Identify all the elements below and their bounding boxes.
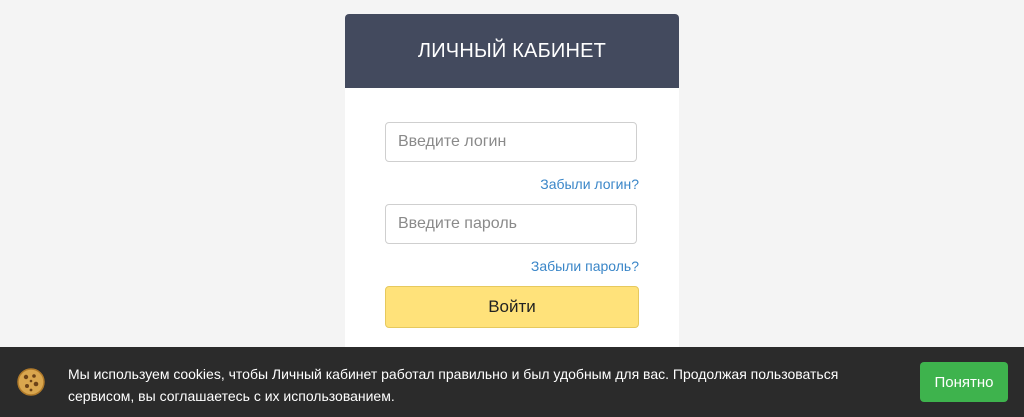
cookie-icon: [16, 367, 46, 397]
login-button[interactable]: Войти: [385, 286, 639, 328]
login-card: ЛИЧНЫЙ КАБИНЕТ Забыли логин? Забыли паро…: [345, 14, 679, 354]
forgot-login-link[interactable]: Забыли логин?: [540, 176, 639, 192]
forgot-password-link[interactable]: Забыли пароль?: [531, 258, 639, 274]
card-header: ЛИЧНЫЙ КАБИНЕТ: [345, 14, 679, 88]
accept-cookies-button[interactable]: Понятно: [920, 362, 1008, 402]
password-input[interactable]: [385, 204, 637, 244]
cookie-banner: Мы используем cookies, чтобы Личный каби…: [0, 347, 1024, 417]
login-input[interactable]: [385, 122, 637, 162]
page-title: ЛИЧНЫЙ КАБИНЕТ: [417, 39, 607, 62]
cookie-text: Мы используем cookies, чтобы Личный каби…: [68, 366, 839, 404]
page: ЛИЧНЫЙ КАБИНЕТ Забыли логин? Забыли паро…: [0, 0, 1024, 417]
